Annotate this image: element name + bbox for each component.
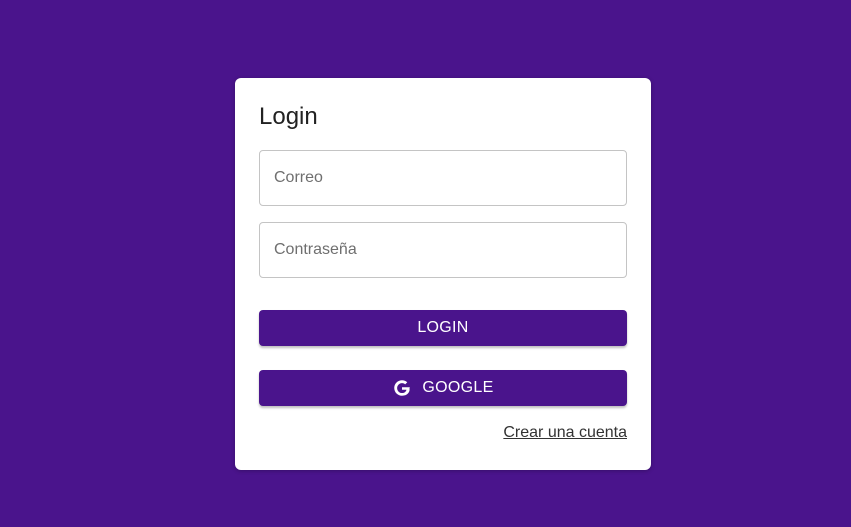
page-background: Login LOGIN GOOGLE Crear una cuenta: [0, 0, 851, 527]
email-input[interactable]: [260, 151, 626, 205]
login-title: Login: [259, 103, 318, 130]
login-button[interactable]: LOGIN: [259, 310, 627, 346]
login-button-label: LOGIN: [417, 319, 469, 336]
email-field[interactable]: [259, 150, 627, 206]
password-input[interactable]: [260, 223, 626, 277]
password-field[interactable]: [259, 222, 627, 278]
google-icon: [392, 378, 412, 398]
create-account-link[interactable]: Crear una cuenta: [503, 424, 627, 442]
login-card: Login LOGIN GOOGLE Crear una cuenta: [235, 78, 651, 470]
google-login-button[interactable]: GOOGLE: [259, 370, 627, 406]
google-button-label: GOOGLE: [422, 379, 494, 396]
